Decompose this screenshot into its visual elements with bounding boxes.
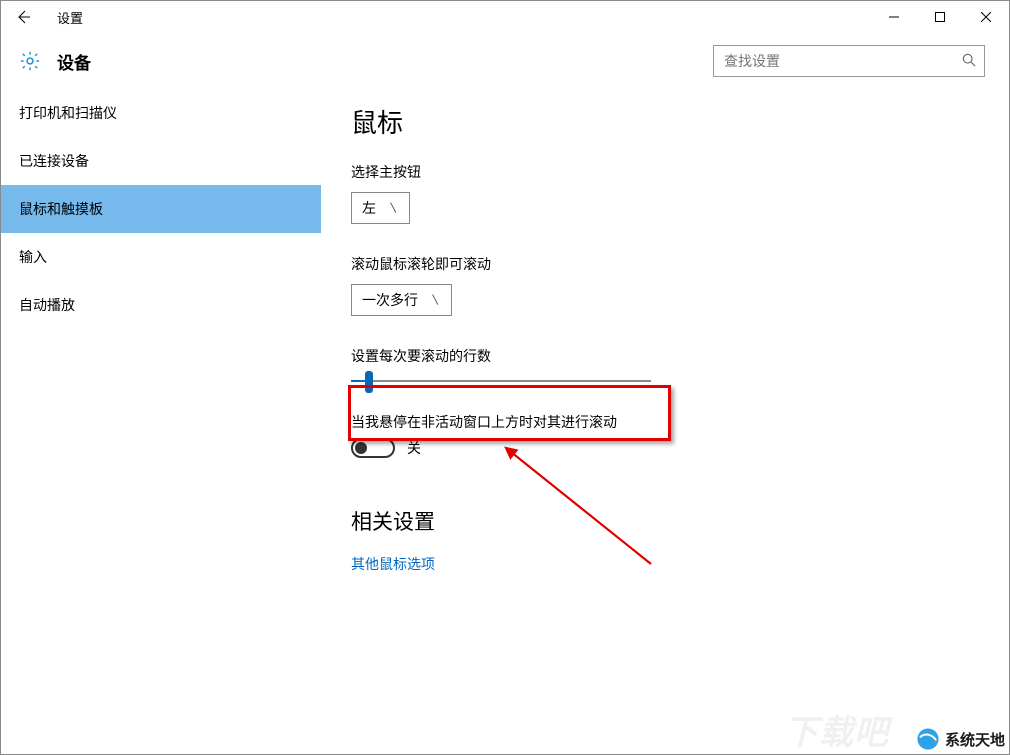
related-settings-title: 相关设置 xyxy=(351,506,979,536)
primary-button-label: 选择主按钮 xyxy=(351,162,979,182)
hover-scroll-toggle[interactable] xyxy=(351,438,395,458)
scroll-mode-label: 滚动鼠标滚轮即可滚动 xyxy=(351,254,979,274)
sidebar-item-connected-devices[interactable]: 已连接设备 xyxy=(1,137,321,185)
sidebar-item-label: 自动播放 xyxy=(19,295,75,315)
sidebar-item-label: 输入 xyxy=(19,247,47,267)
sidebar-item-typing[interactable]: 输入 xyxy=(1,233,321,281)
watermark-text: 系统天地 xyxy=(945,729,1005,750)
slider-thumb[interactable] xyxy=(365,371,373,393)
search-input[interactable] xyxy=(722,52,962,70)
settings-window: 设置 设备 打印机和扫描仪 已连接设备 xyxy=(0,0,1010,755)
hover-scroll-label: 当我悬停在非活动窗口上方时对其进行滚动 xyxy=(351,412,979,432)
content-pane: 鼠标 选择主按钮 左 〵 滚动鼠标滚轮即可滚动 一次多行 〵 设置每次要滚动的行… xyxy=(321,89,1009,754)
hover-scroll-state: 关 xyxy=(407,438,421,458)
scroll-mode-value: 一次多行 xyxy=(362,290,418,310)
scroll-mode-select[interactable]: 一次多行 〵 xyxy=(351,284,452,316)
sidebar-item-label: 已连接设备 xyxy=(19,151,89,171)
sidebar-item-label: 打印机和扫描仪 xyxy=(19,103,117,123)
header: 设备 xyxy=(1,33,1009,89)
minimize-button[interactable] xyxy=(871,1,917,33)
sidebar-item-mouse-touchpad[interactable]: 鼠标和触摸板 xyxy=(1,185,321,233)
chevron-down-icon: 〵 xyxy=(430,292,441,308)
sidebar-item-autoplay[interactable]: 自动播放 xyxy=(1,281,321,329)
titlebar: 设置 xyxy=(1,1,1009,33)
globe-icon xyxy=(915,726,941,752)
window-title: 设置 xyxy=(39,8,83,27)
chevron-down-icon: 〵 xyxy=(388,200,399,216)
search-box[interactable] xyxy=(713,45,985,77)
sidebar-item-label: 鼠标和触摸板 xyxy=(19,199,103,219)
lines-label: 设置每次要滚动的行数 xyxy=(351,346,979,366)
page-title: 鼠标 xyxy=(351,103,979,140)
maximize-button[interactable] xyxy=(917,1,963,33)
search-icon xyxy=(962,53,976,70)
lines-slider[interactable] xyxy=(351,380,651,382)
sidebar: 打印机和扫描仪 已连接设备 鼠标和触摸板 输入 自动播放 xyxy=(1,89,321,754)
primary-button-select[interactable]: 左 〵 xyxy=(351,192,410,224)
back-button[interactable] xyxy=(7,1,39,33)
other-mouse-options-link[interactable]: 其他鼠标选项 xyxy=(351,554,979,574)
watermark-faded: 下载吧 xyxy=(784,705,889,754)
watermark-badge: 系统天地 xyxy=(915,726,1005,752)
toggle-knob xyxy=(355,442,367,454)
gear-icon xyxy=(19,50,41,72)
sidebar-item-printers[interactable]: 打印机和扫描仪 xyxy=(1,89,321,137)
header-title: 设备 xyxy=(57,49,91,74)
primary-button-value: 左 xyxy=(362,198,376,218)
close-button[interactable] xyxy=(963,1,1009,33)
